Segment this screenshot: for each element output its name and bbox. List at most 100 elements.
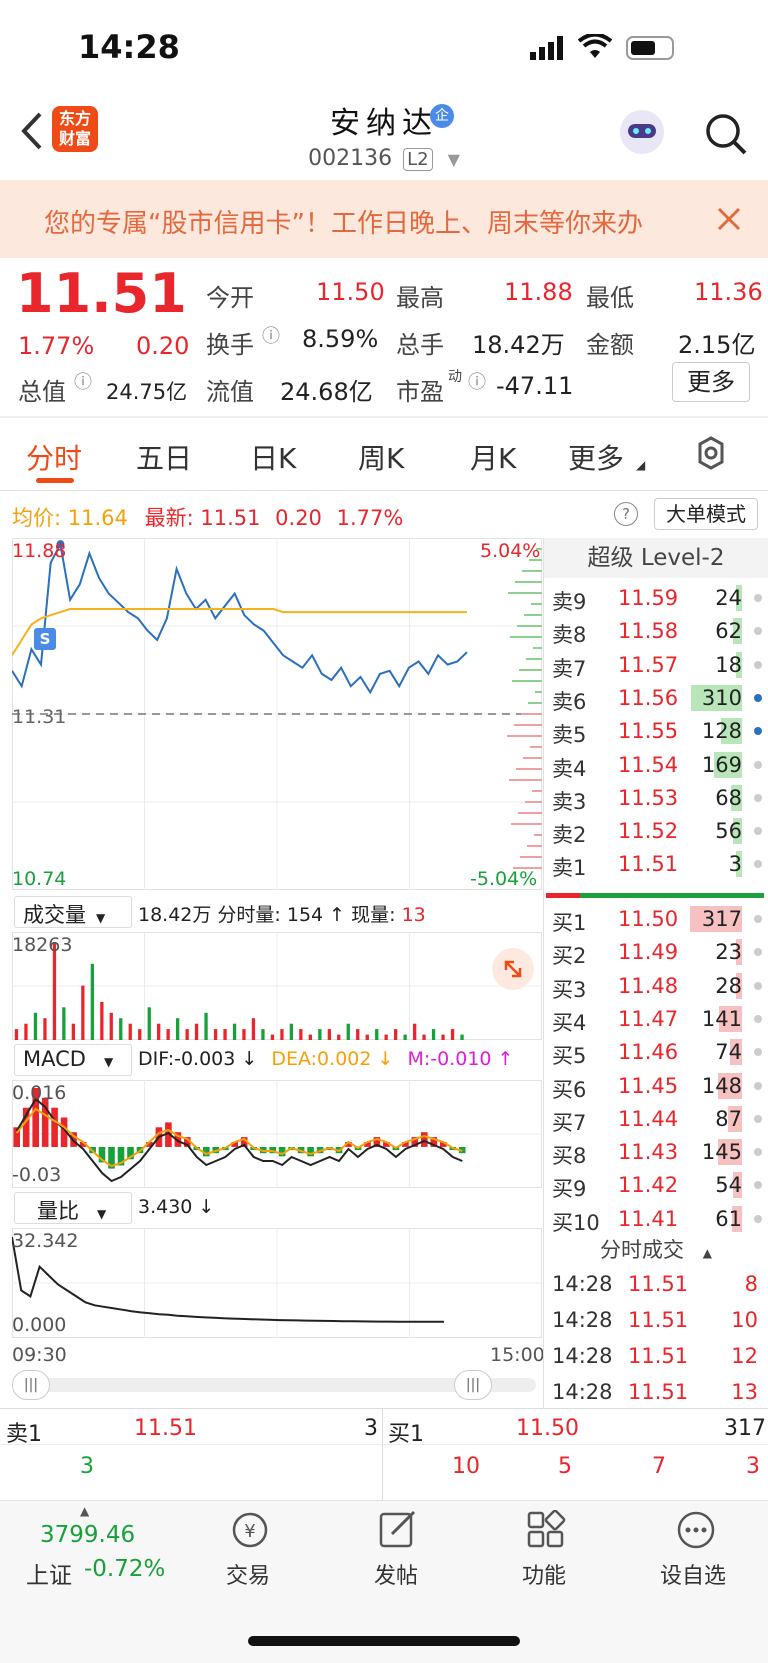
bid-price: 11.42: [618, 1173, 679, 1198]
macd-histogram-bar: [421, 1132, 428, 1147]
divider: [543, 538, 544, 1408]
volume-bar: [223, 1029, 227, 1040]
tab-weekly-k[interactable]: 周K: [358, 437, 404, 477]
tick-time: 14:28: [552, 1344, 613, 1368]
amount-label: 金额: [586, 331, 634, 359]
ask-row[interactable]: 卖9 11.59 24: [548, 582, 768, 615]
bid-price: 11.41: [618, 1206, 679, 1231]
s-marker-icon: S: [34, 628, 56, 650]
order-flow-bar: [532, 790, 542, 792]
bid-volume: 317: [701, 907, 742, 931]
nav-function[interactable]: 功能: [522, 1558, 566, 1590]
tick-volume: 13: [731, 1380, 758, 1404]
volume-bar: [166, 1029, 170, 1040]
nav-add-watchlist[interactable]: 设自选: [660, 1558, 726, 1590]
high-value: 11.88: [504, 278, 573, 306]
tab-daily-k[interactable]: 日K: [250, 437, 296, 477]
info-icon[interactable]: ⓘ: [468, 368, 486, 394]
bid-row[interactable]: 买8 11.43 145: [548, 1136, 768, 1169]
ask-volume: 128: [701, 719, 742, 744]
ask-row[interactable]: 卖4 11.54 169: [548, 749, 768, 782]
macd-chart[interactable]: [12, 1080, 542, 1188]
nav-post[interactable]: 发帖: [374, 1558, 418, 1590]
ask-row[interactable]: 卖3 11.53 68: [548, 782, 768, 815]
queue-bid-order: 10: [452, 1454, 480, 1479]
ticks-header[interactable]: 分时成交 ▲: [544, 1232, 768, 1268]
bid-row[interactable]: 买4 11.47 141: [548, 1003, 768, 1036]
ask-row[interactable]: 卖6 11.56 310: [548, 682, 768, 715]
volume-selector[interactable]: 成交量 ▼: [14, 896, 132, 928]
big-order-mode-button[interactable]: 大单模式: [654, 498, 758, 530]
tab-more[interactable]: 更多: [568, 437, 624, 477]
ask-row[interactable]: 卖1 11.51 3: [548, 848, 768, 881]
macd-histogram-bar: [51, 1107, 58, 1147]
index-name[interactable]: 上证: [26, 1556, 72, 1590]
volume-bar: [138, 1029, 142, 1040]
ask-row[interactable]: 卖2 11.52 56: [548, 815, 768, 848]
function-icon[interactable]: [526, 1509, 566, 1554]
volume-ratio-chart[interactable]: [12, 1228, 542, 1338]
bid-volume: 74: [715, 1040, 742, 1065]
order-flow-bar: [514, 724, 542, 726]
bid-row[interactable]: 买7 11.44 87: [548, 1103, 768, 1136]
ask-row[interactable]: 卖5 11.55 128: [548, 715, 768, 748]
help-icon[interactable]: ?: [614, 502, 638, 526]
home-indicator[interactable]: [248, 1636, 520, 1646]
ask-dot-icon: [754, 860, 762, 869]
robot-avatar-icon[interactable]: [620, 110, 664, 154]
ask-row[interactable]: 卖7 11.57 18: [548, 649, 768, 682]
search-icon[interactable]: [704, 112, 748, 160]
index-value[interactable]: 3799.46: [40, 1522, 135, 1548]
queue-bid-order: 3: [746, 1454, 760, 1479]
volume-bar: [90, 963, 94, 1040]
order-flow-bar: [528, 702, 542, 704]
volume-bar: [356, 1029, 360, 1040]
volume-bar: [280, 1029, 284, 1040]
order-flow-bar: [527, 845, 542, 847]
info-icon[interactable]: ⓘ: [74, 368, 92, 394]
order-flow-bar: [531, 603, 542, 605]
index-pct[interactable]: -0.72%: [84, 1556, 165, 1582]
price-chart[interactable]: [12, 538, 542, 890]
tab-five-day[interactable]: 五日: [136, 437, 192, 477]
volume-bar: [308, 1034, 312, 1040]
chevron-down-icon[interactable]: ▼: [448, 150, 460, 169]
ask-row[interactable]: 卖8 11.58 62: [548, 615, 768, 648]
ask-volume: 68: [715, 785, 742, 810]
settings-icon[interactable]: [694, 436, 728, 474]
order-flow-bar: [509, 779, 542, 781]
bid-row[interactable]: 买6 11.45 148: [548, 1070, 768, 1103]
volume-bar: [460, 1034, 464, 1040]
nav-trade[interactable]: 交易: [226, 1558, 270, 1590]
ask-price: 11.52: [618, 819, 679, 844]
volume-bar: [176, 1018, 180, 1040]
watchlist-icon[interactable]: [676, 1510, 716, 1554]
trade-icon[interactable]: ¥: [228, 1510, 272, 1554]
order-book-title[interactable]: 超级 Level-2: [544, 538, 768, 578]
more-button[interactable]: 更多: [672, 362, 750, 402]
bid-row[interactable]: 买1 11.50 317: [548, 903, 768, 936]
bid-row[interactable]: 买10 11.41 61: [548, 1203, 768, 1236]
promo-banner-text[interactable]: 您的专属“股市信用卡”！工作日晚上、周末等你来办: [44, 203, 694, 240]
close-icon[interactable]: [716, 206, 742, 236]
volume-chart[interactable]: [12, 932, 542, 1040]
range-handle-left[interactable]: |||: [12, 1370, 50, 1400]
tab-intraday[interactable]: 分时: [26, 437, 82, 477]
pe-value: -47.11: [496, 372, 574, 400]
volume-ratio-selector[interactable]: 量比 ▼: [14, 1192, 132, 1224]
ask-volume: 24: [715, 586, 742, 610]
ask-volume: 56: [715, 819, 742, 844]
bid-row[interactable]: 买3 11.48 28: [548, 970, 768, 1003]
post-icon[interactable]: [378, 1510, 418, 1554]
info-icon[interactable]: ⓘ: [262, 322, 280, 348]
expand-icon[interactable]: [492, 948, 534, 990]
macd-info: DIF:-0.003 ↓ DEA:0.002 ↓ M:-0.010 ↑: [138, 1048, 514, 1070]
bid-row[interactable]: 买2 11.49 23: [548, 936, 768, 969]
bid-dot-icon: [754, 1014, 762, 1023]
macd-selector[interactable]: MACD ▼: [14, 1044, 132, 1076]
tab-monthly-k[interactable]: 月K: [470, 437, 516, 477]
bid-row[interactable]: 买5 11.46 74: [548, 1036, 768, 1069]
amount-value: 2.15亿: [678, 331, 756, 359]
range-handle-right[interactable]: |||: [454, 1370, 492, 1400]
bid-row[interactable]: 买9 11.42 54: [548, 1169, 768, 1202]
